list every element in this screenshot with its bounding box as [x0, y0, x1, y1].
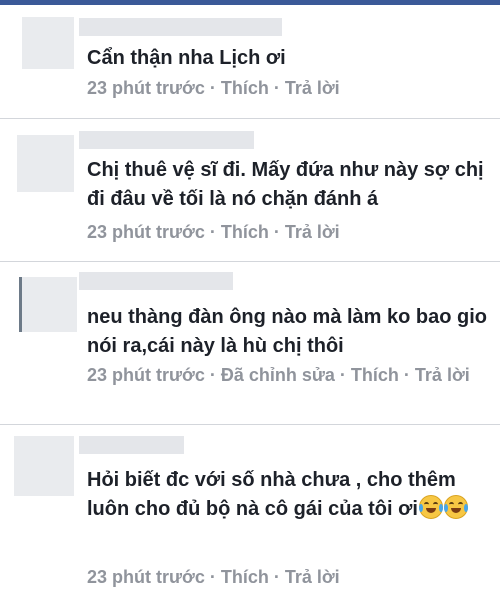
like-link[interactable]: Thích	[351, 365, 399, 385]
comment-text: Chị thuê vệ sĩ đi. Mấy đứa như này sợ ch…	[87, 159, 484, 210]
timestamp[interactable]: 23 phút trước	[87, 567, 205, 587]
comment-meta: 23 phút trước · Thích · Trả lời	[87, 76, 492, 101]
edited-label[interactable]: Đã chỉnh sửa	[221, 365, 335, 385]
separator: ·	[398, 365, 415, 385]
joy-emoji-icon	[443, 495, 468, 519]
divider	[0, 261, 500, 262]
comment-text-content: Hỏi biết đc với số nhà chưa , cho thêm l…	[87, 469, 456, 520]
timestamp[interactable]: 23 phút trước	[87, 78, 205, 98]
avatar[interactable]	[19, 277, 77, 332]
avatar[interactable]	[14, 436, 74, 496]
separator: ·	[204, 567, 221, 587]
commenter-name-redacted[interactable]	[79, 131, 254, 149]
like-link[interactable]: Thích	[221, 78, 269, 98]
commenter-name-redacted[interactable]	[79, 272, 233, 290]
comment-meta: 23 phút trước · Đã chỉnh sửa · Thích · T…	[87, 363, 492, 388]
timestamp[interactable]: 23 phút trước	[87, 365, 205, 385]
reply-link[interactable]: Trả lời	[285, 78, 340, 98]
comment-text: Cẩn thận nha Lịch ơi	[87, 47, 286, 69]
divider	[0, 424, 500, 425]
like-link[interactable]: Thích	[221, 567, 269, 587]
reply-link[interactable]: Trả lời	[285, 567, 340, 587]
commenter-name-redacted[interactable]	[79, 18, 282, 36]
comment-meta: 23 phút trước · Thích · Trả lời	[87, 565, 492, 590]
joy-emoji-icon	[418, 495, 443, 519]
like-link[interactable]: Thích	[221, 222, 269, 242]
commenter-name-redacted[interactable]	[79, 436, 184, 454]
separator: ·	[334, 365, 351, 385]
separator: ·	[204, 222, 221, 242]
reply-link[interactable]: Trả lời	[285, 222, 340, 242]
comment-text: Hỏi biết đc với số nhà chưa , cho thêm l…	[87, 466, 492, 524]
separator: ·	[268, 78, 285, 98]
separator: ·	[268, 222, 285, 242]
timestamp[interactable]: 23 phút trước	[87, 222, 205, 242]
separator: ·	[268, 567, 285, 587]
separator: ·	[204, 365, 221, 385]
reply-link[interactable]: Trả lời	[415, 365, 470, 385]
top-border	[0, 0, 500, 5]
divider	[0, 118, 500, 119]
avatar[interactable]	[17, 135, 74, 192]
comment-meta: 23 phút trước · Thích · Trả lời	[87, 220, 492, 245]
avatar[interactable]	[22, 17, 74, 69]
comment-text: neu thàng đàn ông nào mà làm ko bao gio …	[87, 306, 488, 357]
separator: ·	[204, 78, 221, 98]
